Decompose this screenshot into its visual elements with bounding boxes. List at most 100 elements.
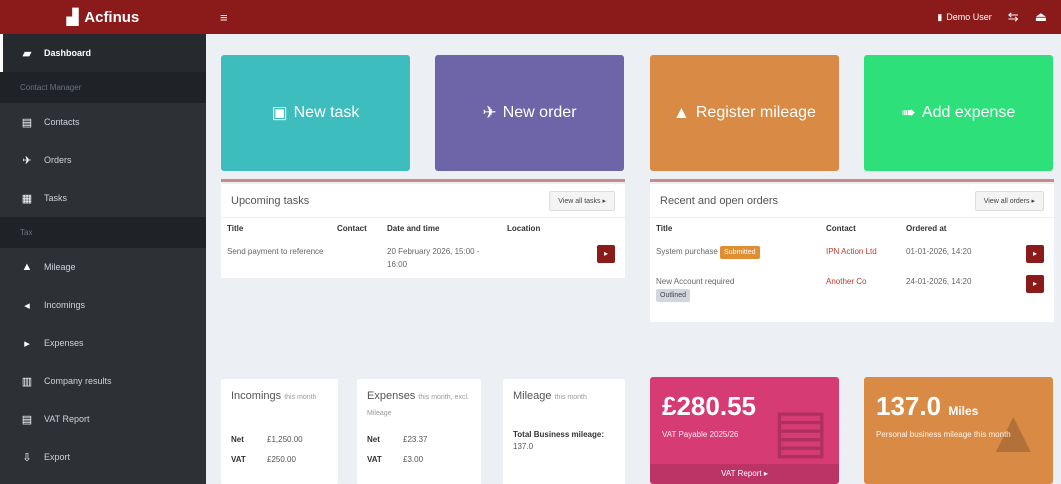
order-title: System purchase (656, 247, 718, 256)
tile-label: New task (293, 104, 360, 121)
orders-icon: ✈ (22, 154, 32, 167)
status-badge: Outlined (656, 289, 691, 302)
sidebar-item-vat-report[interactable]: ▤ VAT Report (0, 400, 206, 438)
box-title: Recent and open orders (660, 194, 779, 207)
sidebar-item-label: Tasks (44, 193, 68, 203)
box-title: Incomings (231, 390, 282, 402)
tile-label: New order (502, 104, 577, 121)
miles-subtitle: Personal business mileage this month (876, 430, 1011, 439)
car-icon: ▲ (21, 261, 33, 273)
upcoming-tasks-accent (221, 179, 625, 182)
sidebar-item-expenses[interactable]: ▸ Expenses (0, 324, 206, 362)
vat-report-link[interactable]: VAT Report ▸ (650, 464, 839, 484)
sidebar: ▰ Dashboard Contact Manager ▤ Contacts ✈… (0, 34, 206, 484)
vat-subtitle: VAT Payable 2025/26 (662, 430, 739, 439)
tile-label: Register mileage (695, 104, 816, 121)
mileage-total-label: Total Business mileage: (513, 430, 604, 439)
order-contact-link[interactable]: Another Co (820, 269, 900, 308)
tasks-table: Title Contact Date and time Location Sen… (221, 218, 625, 277)
sidebar-item-export[interactable]: ⇩ Export (0, 438, 206, 476)
orders-accent (650, 179, 1054, 182)
sidebar-header-tax: Tax (0, 217, 206, 248)
sidebar-item-orders[interactable]: ✈ Orders (0, 141, 206, 179)
column-header: Contact (337, 224, 367, 233)
sidebar-item-label: Expenses (44, 338, 84, 348)
menu-toggle-icon[interactable]: ≡ (220, 10, 228, 25)
view-all-tasks-button[interactable]: View all tasks ▸ (549, 190, 615, 211)
sidebar-item-mileage[interactable]: ▲ Mileage (0, 248, 206, 286)
stat-label: Net (231, 434, 244, 444)
column-header: Title (227, 224, 244, 233)
calendar-icon: ▣ (271, 103, 288, 122)
miles-amount: 137.0 (876, 391, 942, 421)
sidebar-item-company-results[interactable]: ▥ Company results (0, 362, 206, 400)
share-icon[interactable]: ⇆ (1008, 9, 1019, 25)
sidebar-item-contacts[interactable]: ▤ Contacts (0, 103, 206, 141)
sidebar-item-label: Contacts (44, 117, 80, 127)
status-badge: Submitted (720, 246, 760, 259)
miles-unit: Miles (948, 404, 979, 418)
tasks-icon: ▦ (21, 192, 33, 205)
order-date: 24-01-2026, 14:20 (906, 277, 972, 286)
add-expense-button[interactable]: ➠ Add expense (864, 55, 1053, 171)
mileage-total-value: 137.0 (513, 442, 534, 451)
sidebar-item-label: Dashboard (44, 48, 92, 58)
sidebar-item-label: VAT Report (44, 414, 90, 424)
upcoming-tasks-box: Upcoming tasks View all tasks ▸ Title Co… (221, 184, 625, 278)
column-header: Date and time (387, 224, 440, 233)
open-order-button[interactable]: ▸ (1026, 275, 1044, 293)
plane-icon: ✈ (482, 103, 497, 122)
box-title: Mileage (513, 390, 552, 402)
table-row: New Account required Outlined Another Co… (650, 269, 1054, 308)
dashboard-icon: ▰ (22, 47, 32, 60)
miles-tile: ▲ 137.0 Miles Personal business mileage … (864, 377, 1053, 484)
expenses-box: Expenses this month, excl. Mileage Net £… (357, 379, 481, 484)
top-navbar: ▟ Acfinus ≡ ▮ Demo User ⇆ ⏏ (0, 0, 1061, 34)
user-menu[interactable]: ▮ Demo User (937, 12, 991, 23)
sidebar-item-label: Company results (44, 376, 112, 386)
incomings-icon: ◂ (24, 299, 30, 312)
stat-value: £250.00 (267, 454, 296, 464)
task-contact (331, 239, 381, 277)
task-title: Send payment to reference (227, 247, 324, 256)
chart-icon: ▥ (21, 375, 33, 388)
stat-row: Net £1,250.00 (221, 429, 338, 449)
logout-icon[interactable]: ⏏ (1035, 9, 1047, 25)
expenses-icon: ▸ (24, 337, 30, 350)
table-row: Send payment to reference 20 February 20… (221, 239, 625, 277)
stat-row: Net £23.37 (357, 429, 481, 449)
sidebar-item-label: Orders (44, 155, 72, 165)
user-icon: ▮ (937, 11, 943, 22)
register-mileage-button[interactable]: ▲ Register mileage (650, 55, 839, 171)
open-task-button[interactable]: ▸ (597, 245, 615, 263)
mileage-box: Mileage this month Total Business mileag… (503, 379, 625, 484)
stat-value: £23.37 (403, 434, 428, 444)
main-content: ▣ New task ✈ New order ▲ Register mileag… (206, 34, 1061, 484)
vat-payable-tile: ▤ £280.55 VAT Payable 2025/26 VAT Report… (650, 377, 839, 484)
sidebar-item-tasks[interactable]: ▦ Tasks (0, 179, 206, 217)
box-title: Expenses (367, 390, 416, 402)
recent-orders-box: Recent and open orders View all orders ▸… (650, 184, 1054, 322)
stat-label: VAT (367, 454, 382, 464)
brand-name: Acfinus (84, 8, 140, 26)
stat-row: VAT £3.00 (357, 449, 481, 469)
box-subtitle: this month (284, 394, 317, 401)
user-name: Demo User (946, 12, 992, 22)
open-order-button[interactable]: ▸ (1026, 245, 1044, 263)
brand-logo[interactable]: ▟ Acfinus (0, 0, 206, 34)
view-all-orders-button[interactable]: View all orders ▸ (974, 190, 1044, 211)
car-icon: ▲ (673, 103, 690, 122)
sidebar-item-dashboard[interactable]: ▰ Dashboard (0, 34, 206, 72)
order-contact-link[interactable]: IPN Action Ltd (820, 239, 900, 269)
sidebar-item-incomings[interactable]: ◂ Incomings (0, 286, 206, 324)
new-order-button[interactable]: ✈ New order (435, 55, 624, 171)
new-task-button[interactable]: ▣ New task (221, 55, 410, 171)
task-datetime: 20 February 2026, 15:00 - 16:00 (387, 247, 480, 269)
order-date: 01-01-2026, 14:20 (906, 247, 972, 256)
column-header: Location (507, 224, 541, 233)
task-location (501, 239, 591, 277)
stat-value: £3.00 (403, 454, 424, 464)
tile-label: Add expense (921, 104, 1016, 121)
sidebar-item-label: Mileage (44, 262, 76, 272)
orders-table: Title Contact Ordered at System purchase… (650, 218, 1054, 308)
